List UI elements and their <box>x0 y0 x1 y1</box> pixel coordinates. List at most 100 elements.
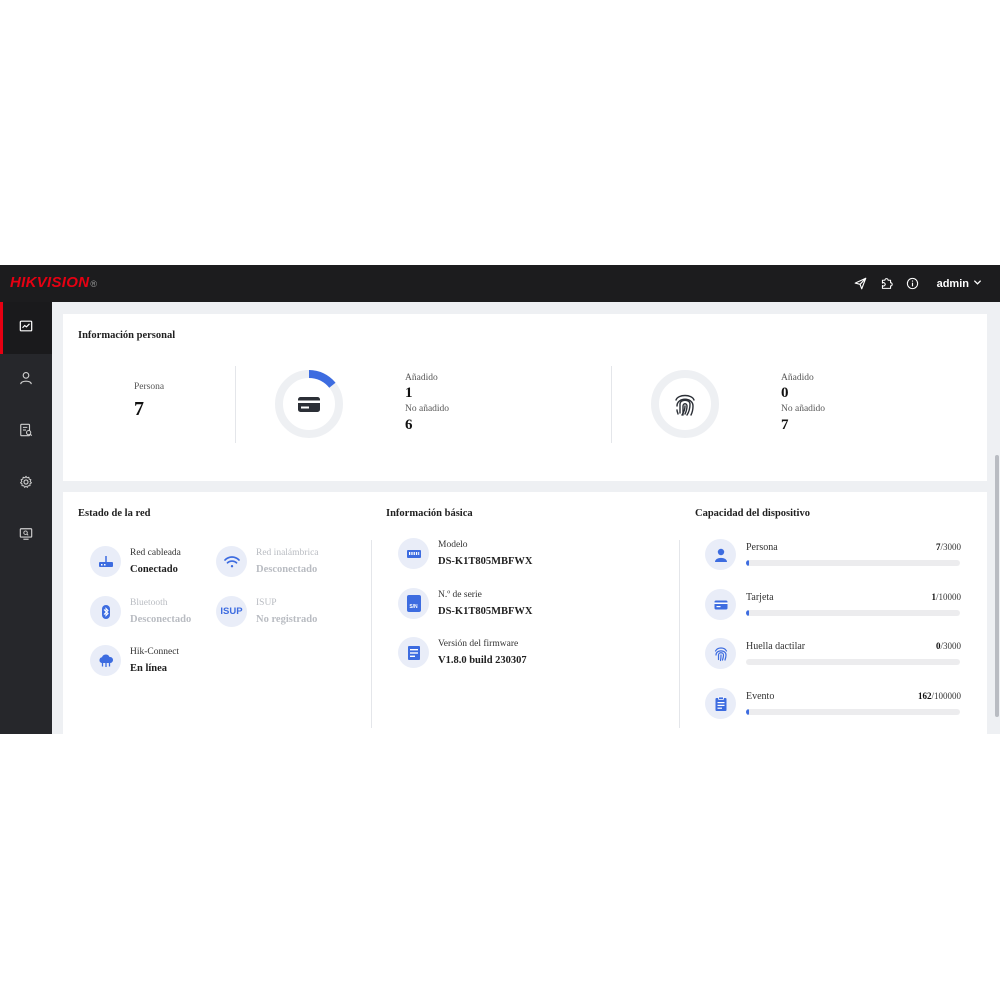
sidebar-item-dashboard[interactable] <box>0 302 52 354</box>
basic-value: DS-K1T805MBFWX <box>438 556 533 567</box>
capacity-total: /3000 <box>940 542 961 552</box>
card-icon <box>298 397 320 412</box>
puzzle-icon[interactable] <box>879 276 895 292</box>
capacity-title: Capacidad del dispositivo <box>695 508 810 519</box>
capacity-used: 162 <box>917 691 932 701</box>
logo-registered-mark: ® <box>90 279 98 289</box>
divider <box>679 540 680 728</box>
bluetooth-icon <box>90 596 121 627</box>
capacity-item-huella: Huella dactilar 0/3000 <box>704 638 961 678</box>
isup-icon-text: ISUP <box>220 606 243 617</box>
fp-added-value: 0 <box>781 385 789 401</box>
sidebar-item-search[interactable] <box>0 406 52 458</box>
chevron-down-icon <box>973 278 982 290</box>
capacity-bar <box>746 560 960 566</box>
capacity-total: /10000 <box>935 592 961 602</box>
basic-value: DS-K1T805MBFWX <box>438 606 533 617</box>
capacity-count: 1/10000 <box>931 592 961 602</box>
capacity-label: Evento <box>746 691 775 702</box>
network-label: ISUP <box>256 598 277 608</box>
user-menu[interactable]: admin <box>937 278 982 290</box>
basic-label: Modelo <box>438 540 468 550</box>
persona-label: Persona <box>134 382 165 392</box>
app-window: HIKVISION ® admin Información personal P… <box>0 265 1000 734</box>
capacity-total: /3000 <box>940 641 961 651</box>
gear-icon <box>19 475 33 494</box>
basic-item-firmware: Versión del firmware V1.8.0 build 230307 <box>398 637 527 669</box>
basic-value: V1.8.0 build 230307 <box>438 655 527 666</box>
person-icon <box>19 371 33 390</box>
fp-added-label: Añadido <box>781 373 814 383</box>
person-icon <box>705 539 736 570</box>
capacity-label: Tarjeta <box>746 592 774 603</box>
fp-not-added-label: No añadido <box>781 404 826 414</box>
dashboard-icon <box>19 319 33 338</box>
sidebar-item-settings[interactable] <box>0 458 52 510</box>
monitor-icon <box>19 527 33 546</box>
personal-info-title: Información personal <box>78 330 176 341</box>
capacity-count: 0/3000 <box>936 641 961 651</box>
fp-not-added-value: 7 <box>781 417 789 433</box>
network-status: En línea <box>130 663 168 674</box>
divider <box>235 366 236 443</box>
network-title: Estado de la red <box>78 508 151 519</box>
network-status: Desconectado <box>130 614 192 625</box>
capacity-bar <box>746 659 960 665</box>
basic-label: N.º de serie <box>438 590 482 600</box>
capacity-item-evento: Evento 162/100000 <box>704 688 961 728</box>
network-label: Red cableada <box>130 548 181 558</box>
logo-text: HIKVISION <box>10 274 90 291</box>
fingerprint-progress-ring <box>651 370 719 438</box>
capacity-count: 7/3000 <box>936 542 961 552</box>
hikvision-logo: HIKVISION ® <box>10 274 97 291</box>
basic-item-model: Modelo DS-K1T805MBFWX <box>398 538 533 570</box>
cloud-icon <box>90 645 121 676</box>
network-status: Desconectado <box>256 564 318 575</box>
wifi-icon <box>216 546 247 577</box>
card-added-value: 1 <box>405 385 413 401</box>
event-log-icon <box>705 688 736 719</box>
network-label: Red inalámbrica <box>256 548 319 558</box>
search-list-icon <box>19 423 33 442</box>
top-bar-actions: admin <box>843 265 982 302</box>
basic-info-title: Información básica <box>386 508 473 519</box>
capacity-bar-fill <box>746 610 749 616</box>
sidebar-item-maintenance[interactable] <box>0 510 52 562</box>
network-item-isup: ISUP ISUP No registrado <box>216 596 317 628</box>
info-icon[interactable] <box>905 276 921 292</box>
network-item-wired: Red cableada Conectado <box>90 546 181 578</box>
capacity-bar-fill <box>746 560 749 566</box>
wired-network-icon <box>90 546 121 577</box>
network-label: Bluetooth <box>130 598 168 608</box>
card-not-added-label: No añadido <box>405 404 450 414</box>
serial-number-icon: S/N <box>398 588 429 619</box>
isup-icon: ISUP <box>216 596 247 627</box>
sidebar-item-person[interactable] <box>0 354 52 406</box>
card-icon <box>705 589 736 620</box>
network-label: Hik-Connect <box>130 647 180 657</box>
basic-label: Versión del firmware <box>438 639 519 649</box>
divider <box>371 540 372 728</box>
capacity-bar <box>746 610 960 616</box>
user-name: admin <box>936 277 969 290</box>
serial-icon-text: S/N <box>409 604 418 610</box>
card-added-label: Añadido <box>405 373 438 383</box>
network-item-bluetooth: Bluetooth Desconectado <box>90 596 191 628</box>
card-not-added-value: 6 <box>405 417 413 433</box>
page-scrollbar[interactable] <box>995 455 999 717</box>
card-progress-ring <box>275 370 343 438</box>
capacity-label: Huella dactilar <box>746 641 806 652</box>
capacity-item-tarjeta: Tarjeta 1/10000 <box>704 589 961 629</box>
network-item-wireless: Red inalámbrica Desconectado <box>216 546 319 578</box>
send-icon[interactable] <box>853 276 869 292</box>
capacity-count: 162/100000 <box>918 691 961 701</box>
fingerprint-icon <box>675 394 695 416</box>
fingerprint-icon <box>705 638 736 669</box>
network-status: Conectado <box>130 564 178 575</box>
divider <box>611 366 612 443</box>
firmware-icon <box>398 637 429 668</box>
capacity-bar-fill <box>746 709 749 715</box>
device-model-icon <box>398 538 429 569</box>
sidebar <box>0 302 52 734</box>
capacity-label: Persona <box>746 542 778 553</box>
